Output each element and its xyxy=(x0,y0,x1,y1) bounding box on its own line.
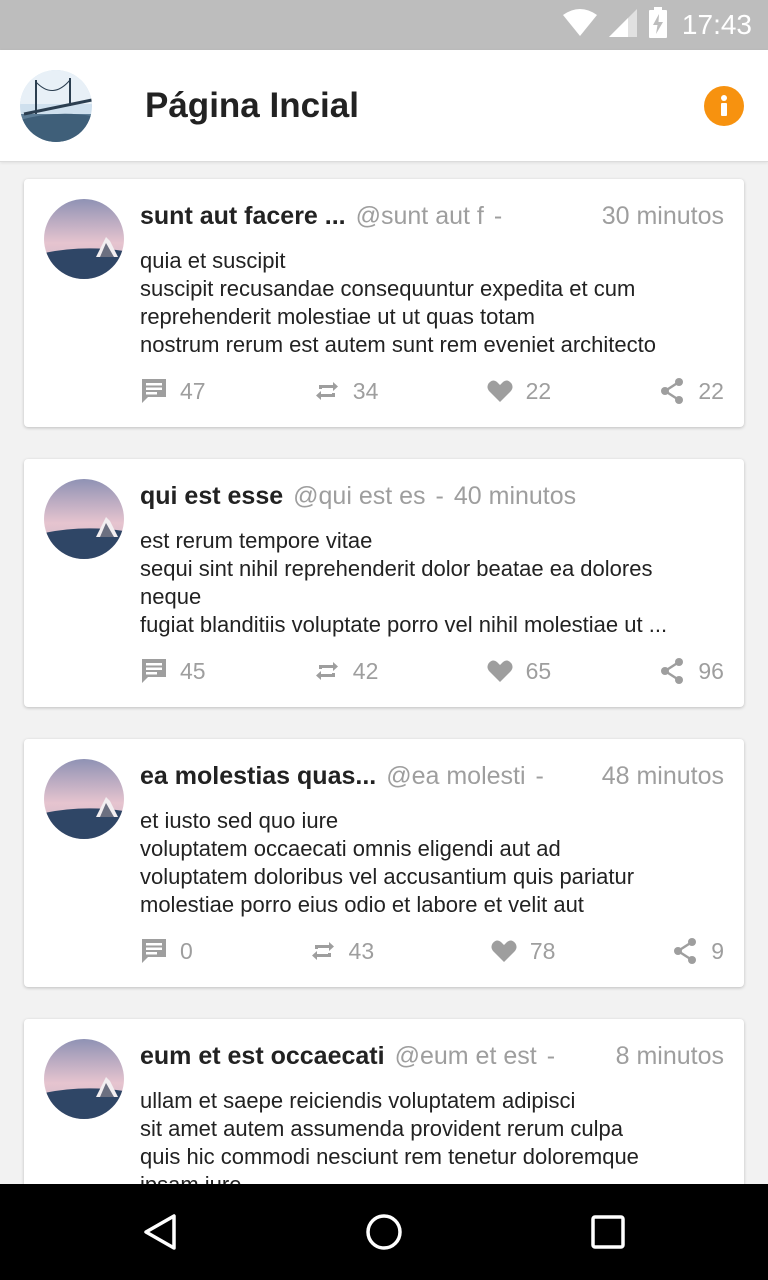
header-separator: - xyxy=(535,761,544,790)
post-actions: 47 34 22 22 xyxy=(140,375,724,407)
share-button[interactable]: 9 xyxy=(671,937,724,965)
post-time: 30 minutos xyxy=(601,201,724,230)
comment-button[interactable]: 47 xyxy=(140,377,206,405)
post-avatar[interactable] xyxy=(44,759,124,839)
retweet-icon xyxy=(309,937,337,965)
status-time: 17:43 xyxy=(681,9,752,40)
profile-avatar[interactable] xyxy=(20,70,92,142)
comment-count: 47 xyxy=(180,377,206,404)
heart-icon xyxy=(490,937,518,965)
post-avatar[interactable] xyxy=(44,479,124,559)
comment-count: 45 xyxy=(180,657,206,684)
wifi-icon xyxy=(562,8,598,42)
post-body: est rerum tempore vitae sequi sint nihil… xyxy=(140,528,668,637)
back-button[interactable] xyxy=(140,1212,180,1252)
post-header: eum et est occaecati @eum et est - 8 minuto… xyxy=(140,1039,724,1073)
retweet-button[interactable]: 42 xyxy=(313,657,379,685)
post-actions: 0 43 78 9 xyxy=(140,935,724,967)
post-avatar[interactable] xyxy=(44,199,124,279)
like-button[interactable]: 22 xyxy=(486,377,552,405)
post-author-name[interactable]: ea molestias quas... xyxy=(140,762,376,791)
feed-list[interactable]: sunt aut facere ... @sunt aut f -30 minuto… xyxy=(0,163,768,1184)
status-icons: 17:43 xyxy=(562,6,752,44)
retweet-count: 34 xyxy=(352,377,379,404)
retweet-button[interactable]: 34 xyxy=(313,377,379,405)
post-author-name[interactable]: eum et est occaecati xyxy=(140,1042,385,1071)
comment-button[interactable]: 45 xyxy=(140,657,206,685)
post-author-handle: @ea molesti xyxy=(386,761,526,790)
app-bar: Página Incial xyxy=(0,50,768,162)
post-author-name[interactable]: sunt aut facere ... xyxy=(140,202,346,231)
heart-icon xyxy=(486,657,514,685)
post-time: 8 minutos xyxy=(615,1041,724,1070)
retweet-button[interactable]: 43 xyxy=(309,937,375,965)
header-separator: - xyxy=(546,1041,556,1070)
post-actions: 45 42 65 96 xyxy=(140,655,724,687)
navigation-bar xyxy=(0,1184,768,1280)
signal-icon xyxy=(608,8,638,43)
info-button[interactable] xyxy=(704,86,744,126)
share-button[interactable]: 96 xyxy=(658,657,724,685)
header-separator: - xyxy=(493,201,503,230)
home-button[interactable] xyxy=(364,1212,404,1252)
like-button[interactable]: 78 xyxy=(490,937,556,965)
status-bar: 17:43 xyxy=(0,0,768,50)
post-card[interactable]: qui est esse @qui est es -40 minutos est re… xyxy=(24,459,744,707)
post-time: 48 minutos xyxy=(601,761,724,790)
retweet-count: 42 xyxy=(352,657,379,684)
post-card[interactable]: ea molestias quas... @ea molesti - 48 minut… xyxy=(24,739,744,987)
comment-icon xyxy=(140,377,168,405)
like-count: 65 xyxy=(525,657,552,684)
post-author-handle: @eum et est xyxy=(394,1041,537,1070)
page-title: Página Incial xyxy=(145,86,359,125)
post-author-handle: @sunt aut f xyxy=(355,201,484,230)
comment-button[interactable]: 0 xyxy=(140,937,193,965)
home-icon xyxy=(366,1214,402,1250)
share-icon xyxy=(658,657,686,685)
post-time: 40 minutos xyxy=(453,481,577,510)
share-icon xyxy=(658,377,686,405)
share-count: 9 xyxy=(711,937,724,964)
header-separator: - xyxy=(435,481,444,510)
comment-icon xyxy=(140,657,168,685)
share-button[interactable]: 22 xyxy=(658,377,724,405)
info-icon xyxy=(721,95,727,116)
comment-icon xyxy=(140,937,168,965)
post-body: quia et suscipit suscipit recusandae con… xyxy=(140,248,656,357)
recents-icon xyxy=(591,1215,625,1249)
share-count: 96 xyxy=(698,657,724,684)
like-count: 22 xyxy=(525,377,552,404)
post-header: qui est esse @qui est es -40 minutos xyxy=(140,479,724,513)
recents-button[interactable] xyxy=(588,1212,628,1252)
post-author-name[interactable]: qui est esse xyxy=(140,482,283,511)
share-icon xyxy=(671,937,699,965)
post-header: sunt aut facere ... @sunt aut f - 30 minuto… xyxy=(140,199,724,233)
post-card[interactable]: sunt aut facere ... @sunt aut f - 30 minuto… xyxy=(24,179,744,427)
heart-icon xyxy=(486,377,514,405)
post-card[interactable]: eum et est occaecati @eum et est - 8 minuto… xyxy=(24,1019,744,1184)
post-author-handle: @qui est es xyxy=(293,481,426,510)
post-body: ullam et saepe reiciendis voluptatem adi… xyxy=(140,1088,639,1184)
retweet-count: 43 xyxy=(348,937,375,964)
retweet-icon xyxy=(313,377,341,405)
comment-count: 0 xyxy=(180,937,193,964)
like-count: 78 xyxy=(529,937,556,964)
like-button[interactable]: 65 xyxy=(486,657,552,685)
share-count: 22 xyxy=(698,377,724,404)
post-avatar[interactable] xyxy=(44,1039,124,1119)
post-header: ea molestias quas... @ea molesti - 48 minut… xyxy=(140,759,724,793)
battery-charging-icon xyxy=(648,6,668,44)
retweet-icon xyxy=(313,657,341,685)
post-body: et iusto sed quo iure voluptatem occaeca… xyxy=(140,808,635,917)
back-icon xyxy=(144,1214,176,1250)
